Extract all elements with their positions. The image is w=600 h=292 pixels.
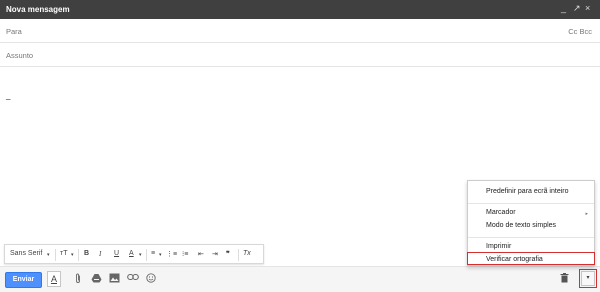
drive-icon[interactable] xyxy=(91,273,102,285)
to-label: Para xyxy=(6,27,22,36)
spellcheck-highlight xyxy=(467,252,595,265)
menu-item-fullscreen-default[interactable]: Predefinir para ecrã inteiro xyxy=(486,188,569,195)
compose-bottom-toolbar: Enviar A ▾ xyxy=(0,266,600,292)
toolbar-divider xyxy=(146,249,147,261)
menu-item-print[interactable]: Imprimir xyxy=(486,243,511,250)
cc-bcc-link[interactable]: Cc Bcc xyxy=(568,27,592,36)
bold-icon[interactable]: B xyxy=(84,250,89,257)
emoji-icon[interactable] xyxy=(146,273,156,285)
chevron-down-icon: ▾ xyxy=(159,252,162,258)
more-options-highlight xyxy=(579,269,597,288)
close-icon[interactable]: × xyxy=(585,3,590,13)
indent-more-icon[interactable]: ⇥ xyxy=(212,250,218,258)
chevron-down-icon: ▾ xyxy=(47,252,50,258)
trash-icon[interactable] xyxy=(560,273,569,285)
to-field[interactable]: Para Cc Bcc xyxy=(0,19,600,43)
numbered-list-icon[interactable]: ⋮≡ xyxy=(166,250,177,258)
subject-label: Assunto xyxy=(6,51,34,60)
toolbar-divider xyxy=(55,249,56,261)
chevron-down-icon: ▾ xyxy=(139,252,142,258)
underline-icon[interactable]: U xyxy=(114,250,119,257)
window-title: Nova mensagem xyxy=(6,5,70,14)
text-color-icon[interactable]: A xyxy=(129,250,134,257)
font-family-select[interactable]: Sans Serif xyxy=(10,250,42,257)
fullscreen-icon[interactable]: ↗ xyxy=(573,3,581,14)
indent-less-icon[interactable]: ⇤ xyxy=(198,250,204,258)
menu-divider xyxy=(468,203,594,204)
chevron-down-icon: ▾ xyxy=(71,252,74,258)
remove-formatting-icon[interactable]: Tx xyxy=(243,250,251,257)
minimize-icon[interactable]: _ xyxy=(561,3,566,13)
send-button[interactable]: Enviar xyxy=(5,272,42,288)
compose-titlebar: Nova mensagem _ ↗ × xyxy=(0,0,600,19)
toolbar-divider xyxy=(78,249,79,261)
menu-item-label[interactable]: Marcador xyxy=(486,209,516,216)
insert-photo-icon[interactable] xyxy=(109,273,120,285)
bulleted-list-icon[interactable]: ⁝≡ xyxy=(182,250,188,258)
menu-divider xyxy=(468,237,594,238)
italic-icon[interactable]: I xyxy=(99,250,101,258)
attach-icon[interactable] xyxy=(74,273,82,286)
text-cursor: _ xyxy=(6,91,11,100)
align-icon[interactable]: ≡ xyxy=(151,250,155,257)
menu-item-plain-text[interactable]: Modo de texto simples xyxy=(486,222,556,229)
quote-icon[interactable]: ❞ xyxy=(226,250,230,258)
submenu-arrow-icon: ▸ xyxy=(585,211,588,217)
subject-field[interactable]: Assunto xyxy=(0,43,600,67)
formatting-options-button[interactable]: A xyxy=(47,271,61,287)
font-size-icon[interactable]: ᴛT xyxy=(60,250,67,257)
insert-link-icon[interactable] xyxy=(127,273,139,283)
toolbar-divider xyxy=(238,249,239,261)
formatting-toolbar: Sans Serif ▾ ᴛT ▾ B I U A ▾ ≡ ▾ ⋮≡ ⁝≡ ⇤ … xyxy=(4,244,264,264)
